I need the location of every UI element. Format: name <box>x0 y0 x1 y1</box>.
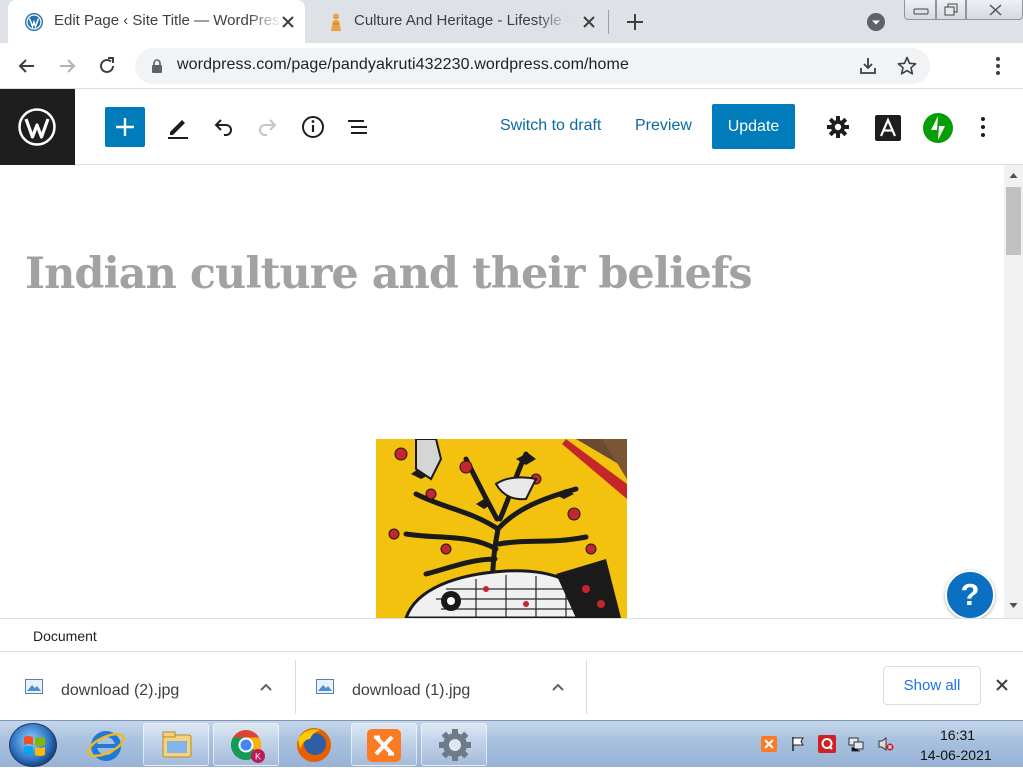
chevron-up-icon[interactable] <box>551 680 565 694</box>
close-window-icon <box>989 4 1002 16</box>
editor-header: Switch to draft Preview Update <box>0 89 1023 165</box>
action-center-flag-icon[interactable] <box>790 736 806 752</box>
letter-a-icon <box>879 117 897 137</box>
tab-separator <box>608 10 609 34</box>
close-tab-icon[interactable] <box>279 13 297 31</box>
settings-taskbar-button[interactable] <box>421 723 487 766</box>
settings-gear-icon <box>439 729 471 761</box>
close-window-button[interactable] <box>966 0 1023 20</box>
madhubani-painting-image[interactable] <box>376 439 627 618</box>
plus-icon <box>116 118 134 136</box>
info-icon[interactable] <box>300 114 326 140</box>
image-file-icon <box>316 679 334 694</box>
editor-canvas[interactable]: Indian culture and their beliefs ? <box>0 165 1004 618</box>
windows-logo-icon <box>24 736 45 756</box>
back-arrow-icon[interactable] <box>16 55 38 77</box>
breadcrumb-document[interactable]: Document <box>33 628 97 644</box>
file-explorer-icon <box>162 731 192 758</box>
download-shelf: download (2).jpg download (1).jpg Show a… <box>0 651 1023 720</box>
browser-tab-strip: Edit Page ‹ Site Title — WordPress Cultu… <box>0 0 1023 43</box>
address-bar[interactable]: wordpress.com/page/pandyakruti432230.wor… <box>135 48 930 84</box>
file-explorer-taskbar-button[interactable] <box>143 723 209 766</box>
windows-taskbar: K 16:31 14-06-2021 <box>0 720 1023 767</box>
reload-icon[interactable] <box>96 55 118 77</box>
chrome-taskbar-button[interactable]: K <box>213 723 279 766</box>
browser-toolbar: wordpress.com/page/pandyakruti432230.wor… <box>0 43 1023 123</box>
chevron-up-icon[interactable] <box>259 680 273 694</box>
scrollbar-thumb[interactable] <box>1006 187 1021 255</box>
download-item[interactable]: download (2).jpg <box>0 658 295 716</box>
tab-title: Edit Page ‹ Site Title — WordPress <box>54 12 282 29</box>
add-block-button[interactable] <box>105 107 145 147</box>
image-file-icon <box>25 679 43 694</box>
scroll-down-icon[interactable] <box>1009 602 1018 609</box>
wordpress-logo-button[interactable] <box>0 89 75 165</box>
preview-link[interactable]: Preview <box>635 117 692 135</box>
start-button[interactable] <box>9 723 57 767</box>
editor-scrollbar[interactable] <box>1004 165 1023 618</box>
firefox-icon[interactable] <box>290 725 338 765</box>
switch-to-draft-link[interactable]: Switch to draft <box>500 117 601 135</box>
new-tab-icon[interactable] <box>624 11 646 33</box>
download-item[interactable]: download (1).jpg <box>291 658 586 716</box>
install-app-icon[interactable] <box>857 55 879 77</box>
tab-search-icon[interactable] <box>866 12 886 32</box>
forward-arrow-icon[interactable] <box>56 55 78 77</box>
lock-icon[interactable] <box>151 59 163 73</box>
settings-gear-icon[interactable] <box>825 114 851 140</box>
download-filename: download (2).jpg <box>61 682 180 699</box>
xampp-tray-icon[interactable] <box>761 736 777 752</box>
restore-icon <box>944 3 958 16</box>
internet-explorer-icon[interactable] <box>85 727 127 763</box>
clock-date[interactable]: 14-06-2021 <box>920 747 992 763</box>
scroll-up-icon[interactable] <box>1009 172 1018 179</box>
jetpack-icon[interactable] <box>922 112 954 144</box>
network-icon[interactable] <box>848 736 864 752</box>
options-menu-icon[interactable] <box>970 114 996 140</box>
list-view-icon[interactable] <box>345 114 371 140</box>
undo-icon[interactable] <box>210 114 236 140</box>
tab-culture-heritage[interactable]: Culture And Heritage - Lifestyle Vi <box>316 0 606 43</box>
indian-figure-icon <box>331 13 341 31</box>
quick-heal-icon[interactable] <box>818 735 836 753</box>
restore-button[interactable] <box>936 0 966 20</box>
tab-title: Culture And Heritage - Lifestyle Vi <box>354 12 569 29</box>
tab-edit-page[interactable]: Edit Page ‹ Site Title — WordPress <box>8 0 305 43</box>
close-download-shelf-icon[interactable] <box>994 677 1010 693</box>
clock-time[interactable]: 16:31 <box>940 727 975 743</box>
download-filename: download (1).jpg <box>352 682 471 699</box>
minimize-icon <box>913 8 929 15</box>
volume-muted-icon[interactable] <box>878 736 894 752</box>
svg-text:K: K <box>255 752 261 762</box>
download-separator <box>586 660 587 714</box>
minimize-button[interactable] <box>904 0 936 20</box>
page-title[interactable]: Indian culture and their beliefs <box>25 249 753 299</box>
url-text: wordpress.com/page/pandyakruti432230.wor… <box>177 56 629 73</box>
help-button[interactable]: ? <box>945 570 995 618</box>
wordpress-logo-icon <box>18 108 56 146</box>
window-controls <box>904 0 1023 22</box>
xampp-icon <box>367 729 401 762</box>
xampp-taskbar-button[interactable] <box>351 723 417 766</box>
wordpress-icon <box>25 13 43 31</box>
typography-button[interactable] <box>875 115 901 141</box>
editor-footer: Document <box>0 618 1023 651</box>
bookmark-star-icon[interactable] <box>896 55 918 77</box>
browser-menu-icon[interactable] <box>987 55 1009 77</box>
chrome-icon: K <box>231 730 265 763</box>
close-tab-icon[interactable] <box>580 13 598 31</box>
show-all-downloads-button[interactable]: Show all <box>883 666 981 705</box>
edit-pencil-icon[interactable] <box>165 114 191 140</box>
redo-icon[interactable] <box>255 114 281 140</box>
update-button[interactable]: Update <box>712 104 795 149</box>
